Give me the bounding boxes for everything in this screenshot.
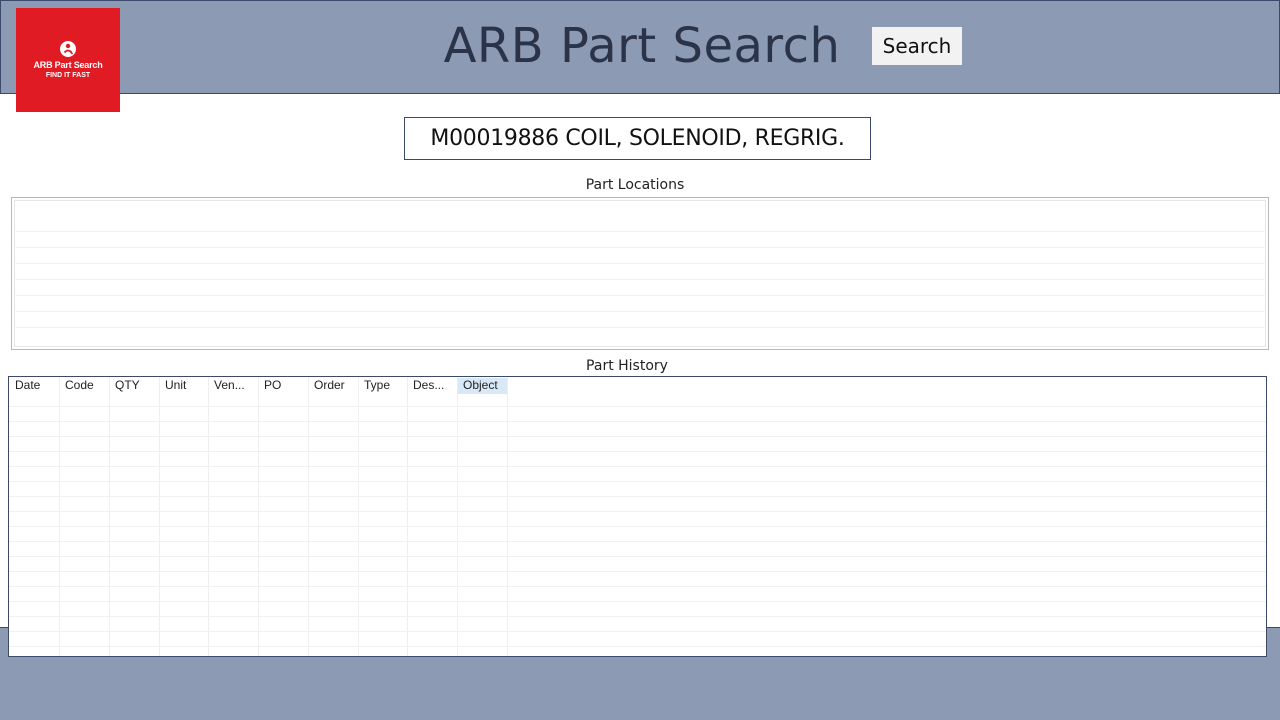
column-divider	[457, 377, 458, 656]
app-logo: ARB Part Search FIND IT FAST	[16, 8, 120, 112]
column-header-type[interactable]: Type	[358, 378, 408, 394]
column-header-description[interactable]: Des...	[407, 378, 457, 394]
table-row-line	[9, 556, 1266, 557]
part-number-field[interactable]: M00019886 COIL, SOLENOID, REGRIG.	[404, 117, 871, 160]
column-divider	[308, 377, 309, 656]
column-divider	[407, 377, 408, 656]
column-header-date[interactable]: Date	[9, 378, 59, 394]
list-row-line	[14, 279, 1266, 280]
table-row-line	[9, 511, 1266, 512]
table-row-line	[9, 496, 1266, 497]
column-header-po[interactable]: PO	[258, 378, 308, 394]
column-divider	[159, 377, 160, 656]
list-row-line	[14, 311, 1266, 312]
pin-person-icon	[60, 41, 76, 57]
logo-title: ARB Part Search	[33, 60, 103, 70]
column-header-vendor[interactable]: Ven...	[208, 378, 258, 394]
table-row-line	[9, 466, 1266, 467]
column-header-unit[interactable]: Unit	[159, 378, 209, 394]
table-row-line	[9, 646, 1266, 647]
table-row-line	[9, 526, 1266, 527]
part-locations-list[interactable]	[11, 197, 1269, 350]
table-row-line	[9, 601, 1266, 602]
column-header-code[interactable]: Code	[59, 378, 109, 394]
column-divider	[59, 377, 60, 656]
table-row-line	[9, 421, 1266, 422]
part-locations-label: Part Locations	[585, 177, 685, 193]
search-button[interactable]: Search	[872, 27, 962, 65]
part-locations-inner-frame	[14, 200, 1266, 347]
list-row-line	[14, 231, 1266, 232]
column-header-object[interactable]: Object	[457, 378, 507, 394]
list-row-line	[14, 327, 1266, 328]
column-header-qty[interactable]: QTY	[109, 378, 159, 394]
table-row-line	[9, 571, 1266, 572]
column-divider	[109, 377, 110, 656]
list-row-line	[14, 295, 1266, 296]
column-divider	[358, 377, 359, 656]
table-row-line	[9, 586, 1266, 587]
column-divider	[208, 377, 209, 656]
table-row-line	[9, 481, 1266, 482]
table-row-line	[9, 541, 1266, 542]
table-row-line	[9, 631, 1266, 632]
table-row-line	[9, 616, 1266, 617]
column-header-order[interactable]: Order	[308, 378, 358, 394]
list-row-line	[14, 263, 1266, 264]
part-history-table[interactable]: Date Code QTY Unit Ven... PO Order Type …	[8, 376, 1267, 657]
logo-tagline: FIND IT FAST	[45, 72, 91, 79]
table-row-line	[9, 436, 1266, 437]
page-title: ARB Part Search	[443, 18, 841, 74]
list-row-line	[14, 247, 1266, 248]
column-divider	[258, 377, 259, 656]
part-history-label: Part History	[586, 358, 668, 374]
column-divider	[507, 377, 508, 656]
table-row-line	[9, 451, 1266, 452]
table-row-line	[9, 406, 1266, 407]
